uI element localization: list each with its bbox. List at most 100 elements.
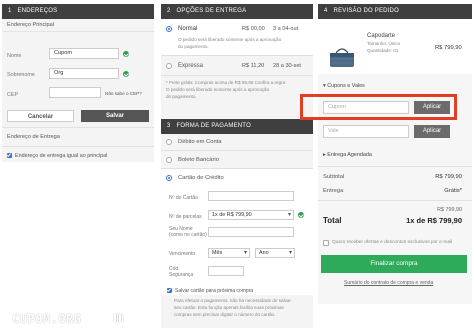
cvv-label-2: Segurança <box>169 272 194 278</box>
newsletter-checkbox[interactable] <box>323 240 329 246</box>
watermark-logo: CUPOM.ORG <box>12 312 82 326</box>
shipping-header: 2 OPÇÕES DE ENTREGA <box>161 4 313 19</box>
installments-select[interactable]: 1x de R$ 799,90 <box>208 210 294 220</box>
finish-purchase-button[interactable]: Finalizar compra <box>321 255 467 273</box>
total-value: 1x de R$ 799,90 <box>406 216 462 225</box>
month-select[interactable]: Mês <box>208 248 250 258</box>
addresses-panel: 1 ENDEREÇOS Endereço Principal Nome Cupom… <box>2 4 154 162</box>
payment-info-1: Para efetuar o pagamento, não há necessi… <box>174 298 291 303</box>
product-bag-image <box>330 48 354 67</box>
divider <box>2 146 154 147</box>
shipping-footnote-2: O pedido será liberado somente após a ap… <box>166 87 270 92</box>
installments-valid-icon <box>298 212 304 218</box>
sobrenome-field[interactable]: Org <box>49 68 119 79</box>
normal-name: Normal <box>178 26 198 32</box>
delivery-value: Grátis* <box>444 188 462 194</box>
subtotal-label: Subtotal <box>323 174 345 180</box>
product-size: Tamanho: Único <box>367 41 401 46</box>
shipping-option-normal[interactable]: Normal R$ 00,00 3 a 04-out O pedido será… <box>161 19 313 55</box>
cep-label: CEP <box>7 92 19 98</box>
normal-eta: 3 a 04-out <box>273 26 299 32</box>
cvv-input[interactable] <box>208 266 244 276</box>
scheduled-label: Entrega Agendada <box>327 152 372 158</box>
debit-label: Débito em Conta <box>178 139 222 145</box>
coupons-toggle[interactable]: ▾ Cupons e Vales <box>323 83 365 89</box>
vale-input[interactable]: Vale <box>323 125 409 138</box>
sobrenome-label: Sobrenome <box>7 72 35 78</box>
card-number-input[interactable] <box>208 191 294 201</box>
sobrenome-valid-icon <box>123 71 129 77</box>
expressa-eta: 28 a 30-set <box>273 63 301 69</box>
addresses-header: 1 ENDEREÇOS <box>2 4 154 19</box>
credit-card-section: Cartão de Crédito Nº do Cartão Nº de par… <box>161 169 313 295</box>
same-address-checkbox[interactable] <box>7 153 12 158</box>
review-panel: 4 REVISÃO DO PEDIDO Capodarte Tamanho: Ún… <box>318 4 472 304</box>
payment-info-3: compras sem precisar digitar o número do… <box>174 312 276 317</box>
divider <box>161 75 313 76</box>
expiry-label: Vencimento <box>169 251 196 257</box>
step-number: 2 <box>167 8 171 14</box>
expressa-name: Expressa <box>178 63 204 69</box>
normal-desc-1: O pedido será liberado somente após a ap… <box>178 37 282 42</box>
normal-desc-2: do pagamento. <box>178 44 209 49</box>
credit-label: Cartão de Crédito <box>178 175 224 181</box>
year-select[interactable]: Ano <box>255 248 295 258</box>
nome-label: Nome <box>7 53 22 59</box>
name-label-2: (como no cartão) <box>169 232 207 238</box>
divider <box>318 200 472 201</box>
normal-price: R$ 00,00 <box>242 26 265 32</box>
coupons-header-label: Cupons e Vales <box>327 83 365 89</box>
cancel-button[interactable]: Cancelar <box>7 110 74 122</box>
payment-title: FORMA DE PAGAMENTO <box>176 123 251 129</box>
credit-radio[interactable] <box>166 175 172 181</box>
shipping-footnote-1: * Frete grátis: Compras acima de R$ 99,9… <box>166 80 286 85</box>
expressa-radio[interactable] <box>166 63 172 69</box>
divider <box>161 55 313 56</box>
boleto-radio[interactable] <box>166 157 172 163</box>
expressa-price: R$ 11,20 <box>242 63 265 69</box>
product-price: R$ 799,90 <box>435 45 462 51</box>
shipping-payment-panel: 2 OPÇÕES DE ENTREGA Normal R$ 00,00 3 a 0… <box>161 4 313 328</box>
product-row: Capodarte Tamanho: Único Quantidade: 01 … <box>318 19 472 74</box>
installments-label: Nº de parcelas <box>169 214 202 220</box>
save-card-checkbox[interactable] <box>167 288 172 293</box>
payment-header: 3 FORMA DE PAGAMENTO <box>161 119 313 134</box>
addresses-title: ENDEREÇOS <box>17 8 58 14</box>
delivery-label: Entrega <box>323 188 344 194</box>
product-name: Capodarte <box>367 33 396 39</box>
payment-info-2: seu cartão. Esta função apenas facilita … <box>174 305 284 310</box>
nome-field[interactable]: Cupom <box>49 48 119 59</box>
save-card-label: Salvar cartão para próxima compra <box>175 288 254 294</box>
normal-radio[interactable] <box>166 26 172 32</box>
shipping-title: OPÇÕES DE ENTREGA <box>176 8 247 14</box>
apply-vale-button[interactable]: Aplicar <box>414 125 450 138</box>
debit-radio[interactable] <box>166 139 172 145</box>
watermark-bars <box>114 314 124 324</box>
scheduled-toggle[interactable]: ▸ Entrega Agendada <box>323 152 372 158</box>
step-number: 4 <box>324 8 328 14</box>
main-address-label: Endereço Principal <box>2 19 154 32</box>
shipping-footnote-3: do pagamento. <box>166 94 197 99</box>
divider <box>2 127 154 128</box>
coupon-highlight-box <box>300 94 457 120</box>
total-small-value: R$ 799,90 <box>437 207 462 213</box>
product-qty: Quantidade: 01 <box>367 48 399 53</box>
divider <box>161 150 313 151</box>
contract-link[interactable]: Sumário do contrato de compra e venda <box>344 280 433 286</box>
review-title: REVISÃO DO PEDIDO <box>333 8 399 14</box>
same-address-label: Endereço de entrega igual ao principal <box>15 152 108 159</box>
delivery-address-label: Endereço de Entrega <box>7 134 60 140</box>
subtotal-value: R$ 799,90 <box>435 174 462 180</box>
card-number-label: Nº do Cartão <box>169 195 198 201</box>
step-number: 3 <box>167 123 171 129</box>
step-number: 1 <box>8 8 12 14</box>
save-button[interactable]: Salvar <box>81 110 149 122</box>
review-header: 4 REVISÃO DO PEDIDO <box>318 4 472 19</box>
newsletter-label: Quero receber ofertas e descontos exclus… <box>332 240 453 245</box>
nome-valid-icon <box>123 51 129 57</box>
cep-field[interactable] <box>49 87 101 98</box>
cep-help-link[interactable]: Não sabe o CEP? <box>105 91 142 96</box>
card-name-input[interactable] <box>208 227 294 237</box>
divider <box>318 166 472 167</box>
total-label: Total <box>323 216 342 225</box>
